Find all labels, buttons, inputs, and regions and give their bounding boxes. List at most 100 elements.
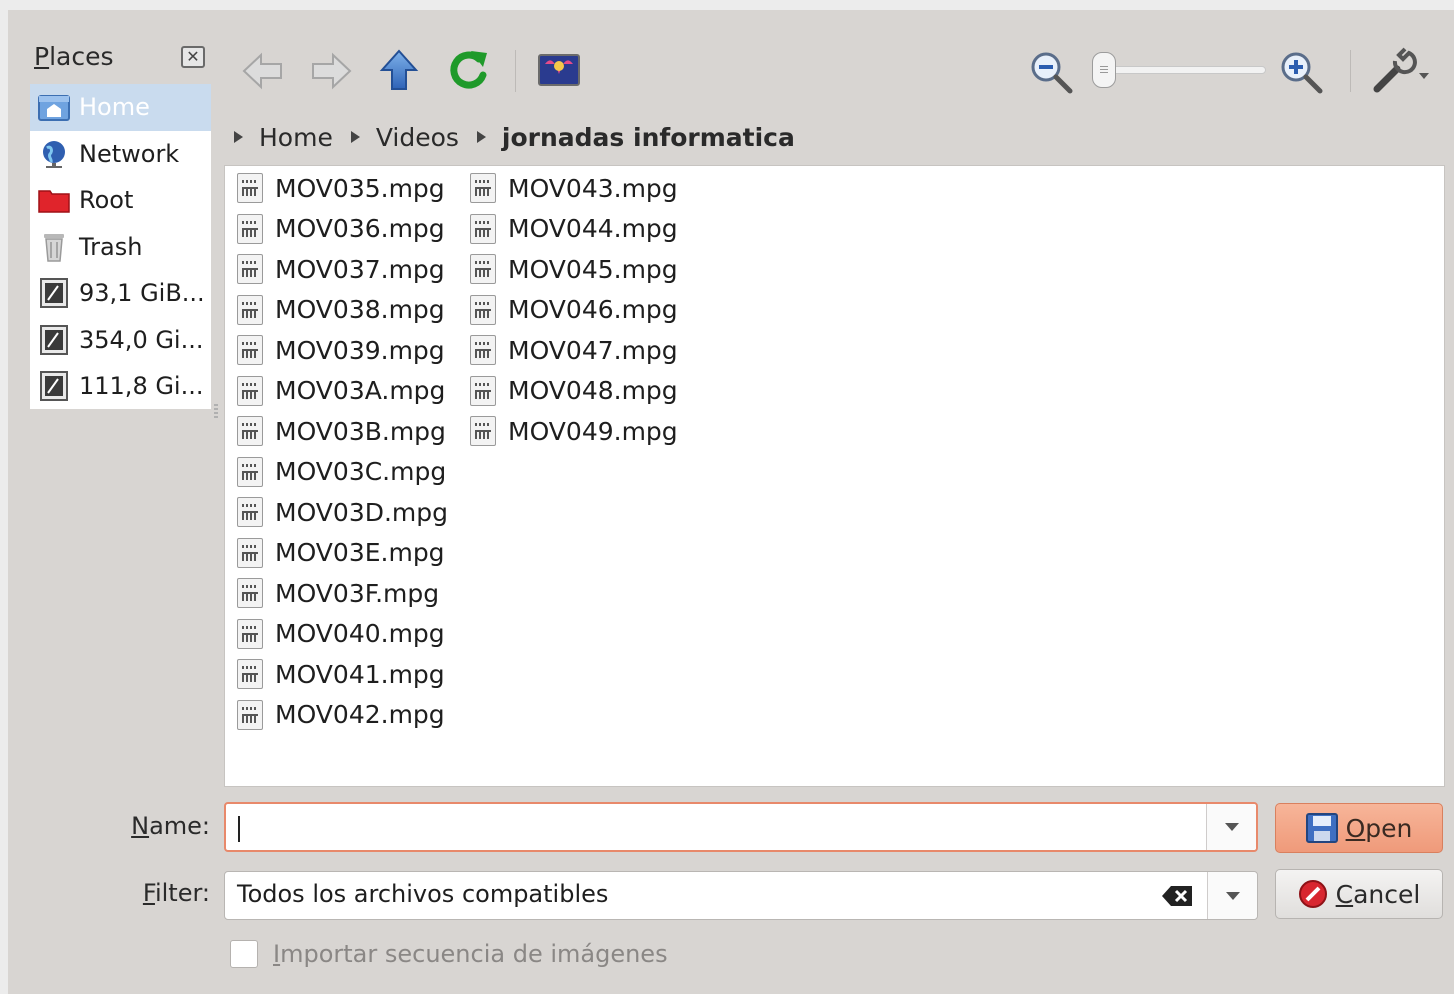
video-file-icon — [237, 254, 263, 285]
file-item[interactable]: MOV044.mpg — [464, 209, 678, 250]
file-name: MOV035.mpg — [275, 173, 445, 203]
places-item[interactable]: Root — [30, 177, 211, 224]
file-name: MOV03C.mpg — [275, 457, 447, 487]
places-item[interactable]: Trash — [30, 224, 211, 271]
breadcrumb-arrow-icon[interactable] — [476, 131, 486, 143]
options-menu-button[interactable] — [1366, 46, 1436, 96]
file-name: MOV046.mpg — [508, 295, 678, 325]
file-column-1: MOV035.mpg MOV036.mpg MOV037.mpg MOV038.mpg… — [231, 168, 448, 735]
video-file-icon — [237, 375, 263, 406]
open-button[interactable]: Open — [1275, 803, 1443, 853]
places-item-label: Network — [79, 139, 180, 168]
file-item[interactable]: MOV03C.mpg — [231, 452, 448, 493]
file-name: MOV044.mpg — [508, 214, 678, 244]
breadcrumb-segment[interactable]: jornadas informatica — [502, 123, 795, 152]
file-item[interactable]: MOV03F.mpg — [231, 573, 448, 614]
preview-icon — [538, 54, 580, 86]
file-item[interactable]: MOV037.mpg — [231, 249, 448, 290]
video-file-icon — [470, 213, 496, 244]
breadcrumb-arrow-icon[interactable] — [234, 131, 243, 143]
file-item[interactable]: MOV047.mpg — [464, 330, 678, 371]
zoom-out-button[interactable] — [1026, 48, 1076, 96]
file-name: MOV040.mpg — [275, 619, 445, 649]
places-close-button[interactable]: ✕ — [181, 46, 205, 68]
panel-splitter-handle[interactable] — [214, 404, 218, 420]
file-name: MOV03A.mpg — [275, 376, 446, 406]
home-icon — [38, 91, 70, 123]
file-name: MOV049.mpg — [508, 416, 678, 446]
places-title: Places — [34, 42, 114, 71]
file-name: MOV045.mpg — [508, 254, 678, 284]
places-item[interactable]: Network — [30, 131, 211, 178]
clear-filter-icon[interactable] — [1161, 885, 1193, 911]
video-file-icon — [470, 294, 496, 325]
file-item[interactable]: MOV042.mpg — [231, 695, 448, 736]
breadcrumb-arrow-icon[interactable] — [350, 131, 360, 143]
places-item[interactable]: 93,1 GiB... — [30, 270, 211, 317]
cancel-icon — [1298, 879, 1328, 909]
cancel-button[interactable]: Cancel — [1275, 869, 1443, 919]
places-item[interactable]: Home — [30, 84, 211, 131]
drive-icon — [38, 277, 70, 309]
file-name: MOV038.mpg — [275, 295, 445, 325]
name-combobox[interactable] — [224, 802, 1258, 852]
file-item[interactable]: MOV038.mpg — [231, 290, 448, 331]
file-item[interactable]: MOV03E.mpg — [231, 533, 448, 574]
file-list-view[interactable]: MOV035.mpg MOV036.mpg MOV037.mpg MOV038.mpg… — [224, 165, 1445, 787]
file-item[interactable]: MOV048.mpg — [464, 371, 678, 412]
video-file-icon — [470, 254, 496, 285]
file-name: MOV03B.mpg — [275, 416, 446, 446]
file-name: MOV042.mpg — [275, 700, 445, 730]
up-button[interactable] — [376, 46, 422, 94]
video-file-icon — [237, 335, 263, 366]
places-item-label: Trash — [79, 232, 143, 261]
file-name: MOV03F.mpg — [275, 578, 440, 608]
filter-combobox[interactable]: Todos los archivos compatibles — [224, 871, 1258, 920]
name-dropdown-arrow[interactable] — [1206, 804, 1256, 850]
network-globe-icon — [38, 138, 70, 170]
preview-button[interactable] — [536, 50, 582, 90]
places-item-label: 354,0 Gi... — [79, 325, 204, 354]
video-file-icon — [237, 173, 263, 204]
import-sequence-checkbox[interactable] — [230, 940, 258, 968]
file-item[interactable]: MOV039.mpg — [231, 330, 448, 371]
video-file-icon — [237, 294, 263, 325]
forward-button[interactable] — [308, 48, 354, 94]
places-item[interactable]: 354,0 Gi... — [30, 317, 211, 364]
file-item[interactable]: MOV03D.mpg — [231, 492, 448, 533]
zoom-in-icon — [1281, 52, 1323, 94]
file-item[interactable]: MOV041.mpg — [231, 654, 448, 695]
places-item-label: Home — [79, 93, 150, 122]
file-item[interactable]: MOV045.mpg — [464, 249, 678, 290]
places-item-label: 111,8 Gi... — [79, 372, 204, 401]
video-file-icon — [237, 578, 263, 609]
file-item[interactable]: MOV046.mpg — [464, 290, 678, 331]
places-item[interactable]: 111,8 Gi... — [30, 363, 211, 410]
back-button[interactable] — [240, 48, 286, 94]
breadcrumb-segment[interactable]: Videos — [376, 123, 459, 152]
file-item[interactable]: MOV036.mpg — [231, 209, 448, 250]
video-file-icon — [237, 416, 263, 447]
file-item[interactable]: MOV040.mpg — [231, 614, 448, 655]
back-arrow-icon — [242, 52, 282, 90]
video-file-icon — [237, 618, 263, 649]
breadcrumb-segment[interactable]: Home — [259, 123, 333, 152]
reload-button[interactable] — [444, 46, 492, 94]
filter-label: Filter: — [142, 879, 210, 907]
file-column-2: MOV043.mpg MOV044.mpg MOV045.mpg MOV046.mpg… — [464, 168, 678, 452]
zoom-in-button[interactable] — [1276, 48, 1326, 96]
video-file-icon — [237, 659, 263, 690]
file-item[interactable]: MOV043.mpg — [464, 168, 678, 209]
file-item[interactable]: MOV049.mpg — [464, 411, 678, 452]
file-item[interactable]: MOV03B.mpg — [231, 411, 448, 452]
file-item[interactable]: MOV035.mpg — [231, 168, 448, 209]
zoom-slider-handle[interactable] — [1092, 52, 1116, 88]
import-sequence-label[interactable]: Importar secuencia de imágenes — [273, 940, 668, 968]
filter-dropdown-arrow[interactable] — [1207, 872, 1257, 919]
places-item-label: 93,1 GiB... — [79, 279, 205, 308]
file-name: MOV043.mpg — [508, 173, 678, 203]
zoom-slider-track[interactable] — [1098, 66, 1266, 74]
zoom-out-icon — [1031, 52, 1073, 94]
drive-icon — [38, 324, 70, 356]
file-item[interactable]: MOV03A.mpg — [231, 371, 448, 412]
